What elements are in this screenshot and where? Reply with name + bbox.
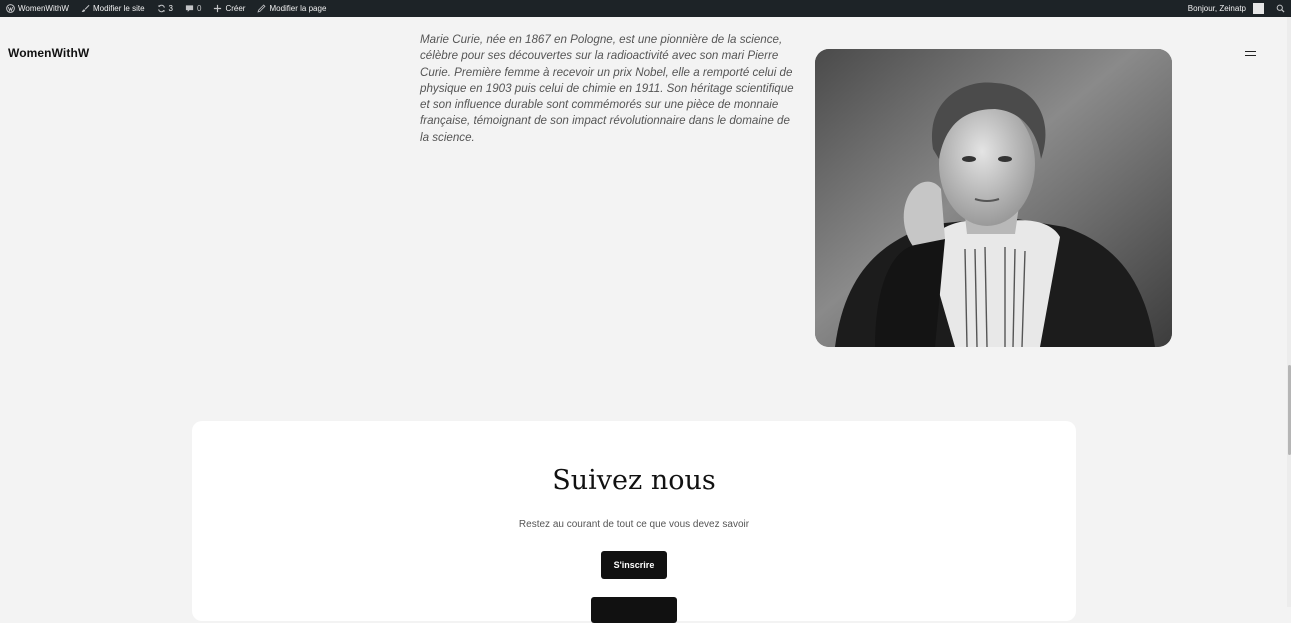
admin-bar-updates[interactable]: 3 (151, 0, 179, 17)
admin-bar-account[interactable]: Bonjour, Zeinatp (1182, 0, 1270, 17)
plus-icon (214, 4, 222, 13)
admin-bar-left: WomenWithW Modifier le site 3 0 Créer Mo… (0, 0, 332, 17)
admin-bar-site-name: WomenWithW (18, 4, 69, 13)
follow-title: Suivez nous (552, 465, 716, 496)
admin-bar-comments-count: 0 (197, 4, 202, 13)
follow-card: Suivez nous Restez au courant de tout ce… (192, 421, 1076, 623)
search-icon (1276, 4, 1285, 13)
menu-line-bottom (1245, 55, 1256, 57)
avatar (1253, 3, 1264, 14)
hamburger-menu-icon[interactable] (1244, 48, 1258, 60)
admin-bar-search[interactable] (1270, 0, 1291, 17)
scrollbar-track[interactable] (1287, 17, 1291, 607)
admin-bar-edit-page-label: Modifier la page (269, 4, 327, 13)
site-title[interactable]: WomenWithW (8, 46, 89, 60)
menu-line-top (1245, 51, 1256, 53)
customize-brush-icon (81, 4, 90, 13)
admin-bar-greeting: Bonjour, Zeinatp (1187, 4, 1246, 13)
admin-bar-create-label: Créer (225, 4, 246, 13)
admin-bar-site-link[interactable]: WomenWithW (0, 0, 75, 17)
secondary-button[interactable] (591, 597, 677, 623)
wordpress-logo-icon (6, 4, 15, 13)
admin-bar-edit-page[interactable]: Modifier la page (251, 0, 332, 17)
admin-bar-create[interactable]: Créer (207, 0, 251, 17)
portrait-image (815, 49, 1172, 347)
pencil-icon (257, 4, 266, 13)
updates-icon (157, 4, 165, 13)
subscribe-button[interactable]: S'inscrire (601, 551, 667, 579)
admin-bar-edit-site-label: Modifier le site (92, 4, 145, 13)
follow-subtitle: Restez au courant de tout ce que vous de… (518, 519, 750, 530)
portrait-illustration (815, 49, 1172, 347)
admin-bar-comments[interactable]: 0 (179, 0, 207, 17)
admin-bar-edit-site[interactable]: Modifier le site (75, 0, 151, 17)
admin-bar: WomenWithW Modifier le site 3 0 Créer Mo… (0, 0, 1291, 17)
admin-bar-updates-count: 3 (168, 4, 173, 13)
admin-bar-right: Bonjour, Zeinatp (1182, 0, 1291, 17)
bio-paragraph: Marie Curie, née en 1867 en Pologne, est… (420, 33, 794, 144)
comment-icon (185, 5, 194, 12)
